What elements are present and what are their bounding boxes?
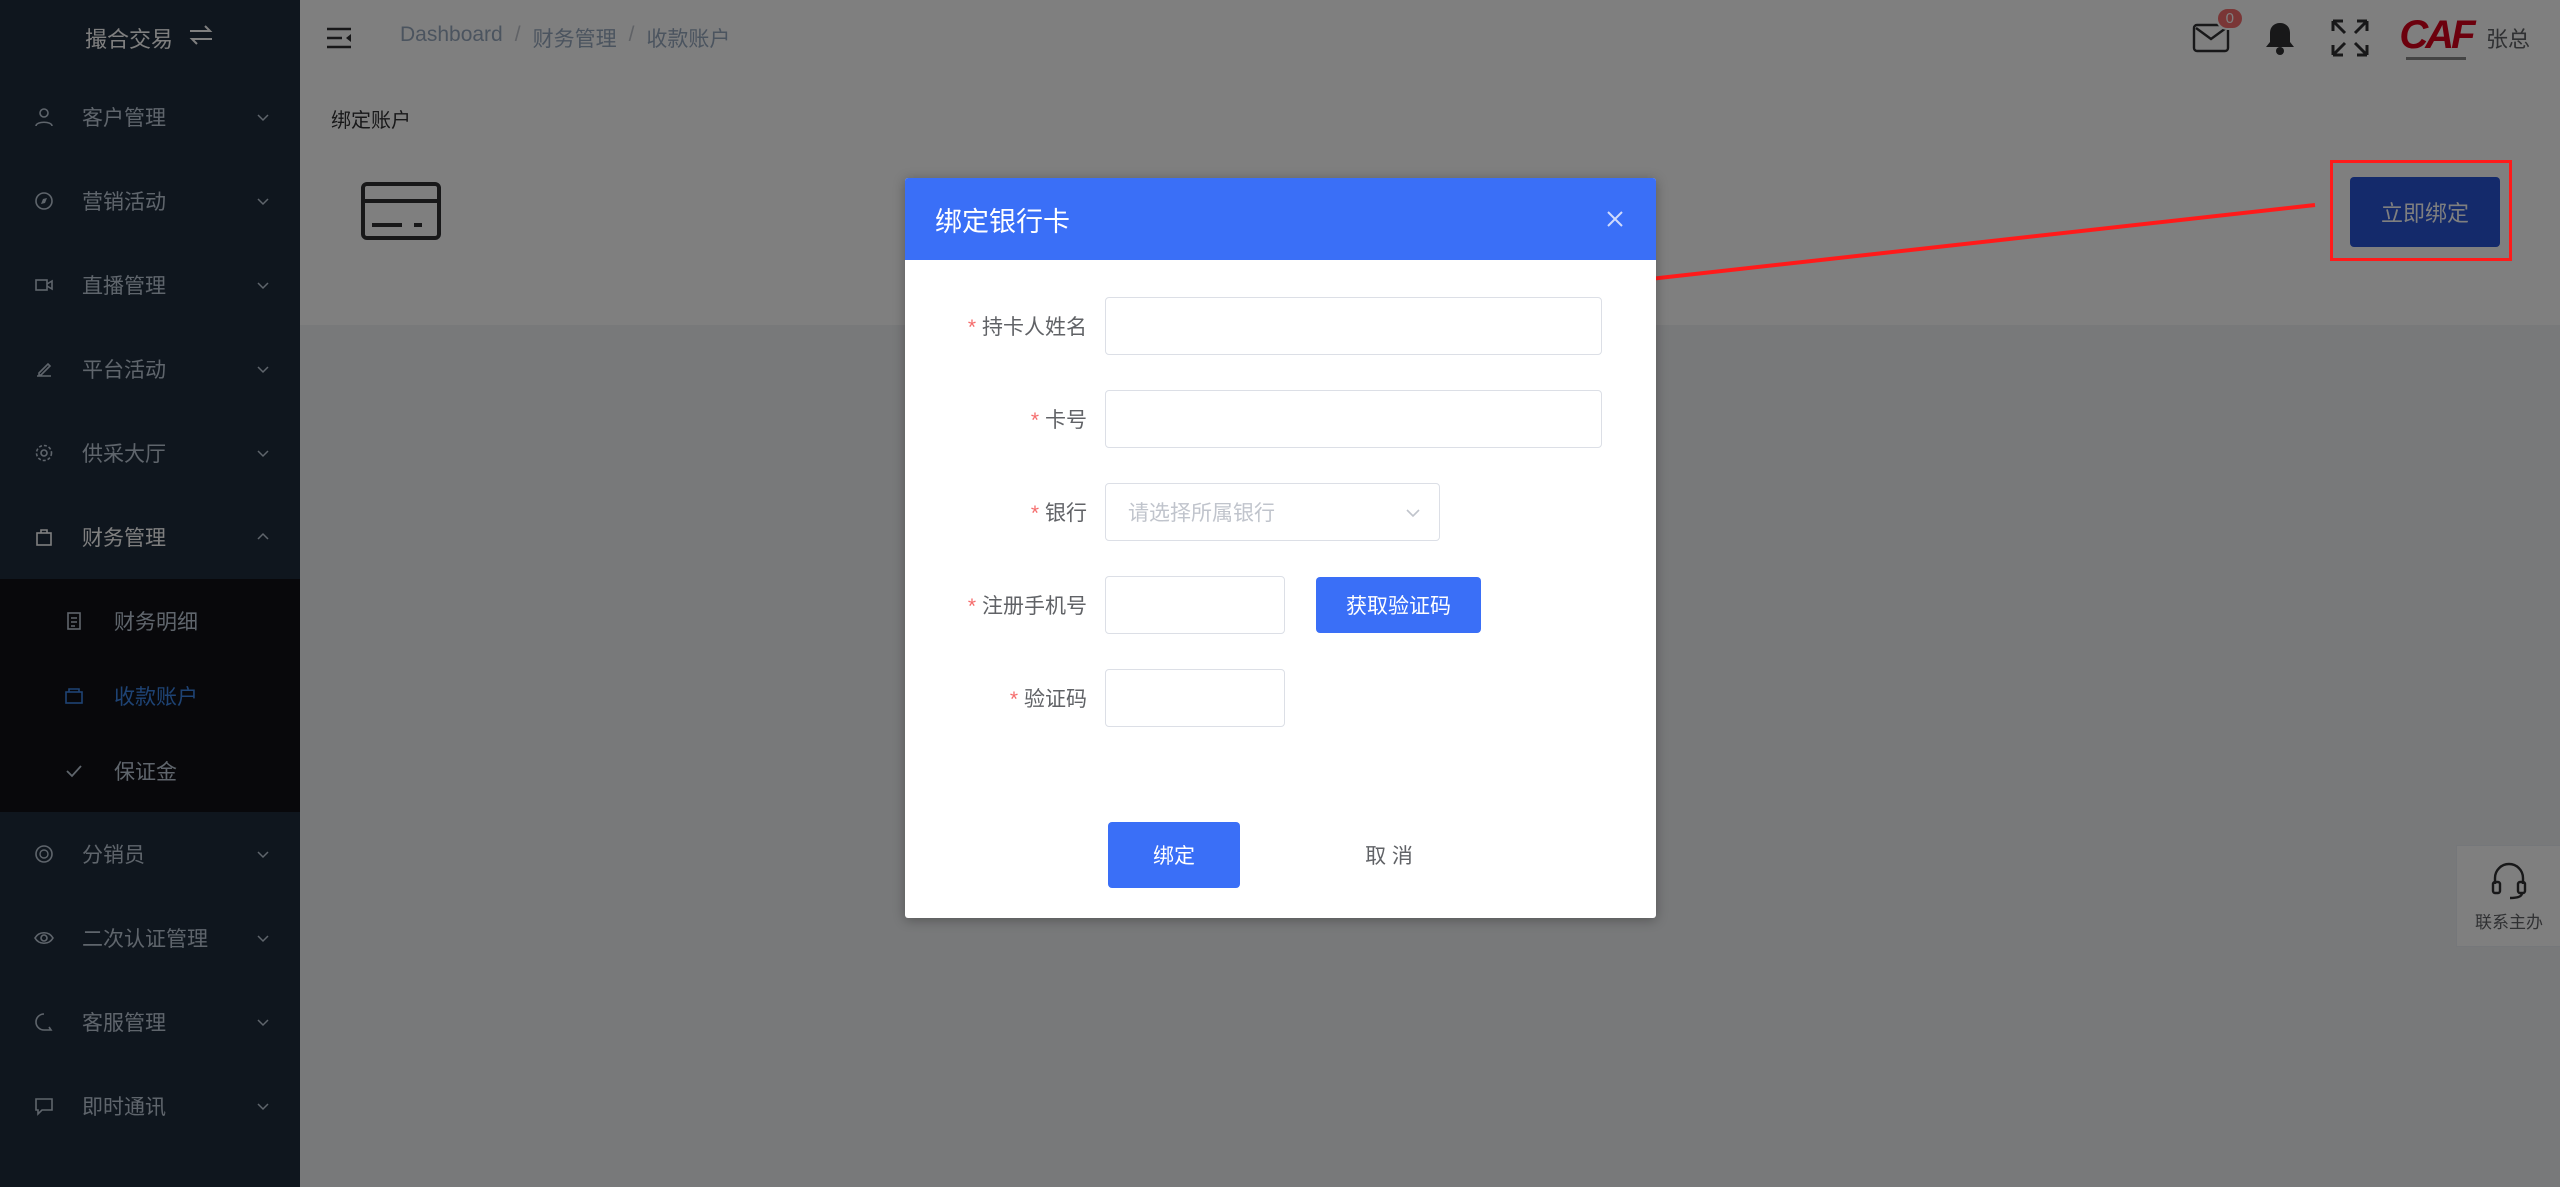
cancel-button[interactable]: 取 消 xyxy=(1319,822,1459,888)
close-icon[interactable] xyxy=(1606,210,1624,228)
get-code-button[interactable]: 获取验证码 xyxy=(1316,577,1481,633)
chevron-down-icon xyxy=(1406,509,1420,518)
card-number-input[interactable] xyxy=(1105,390,1602,448)
annotation-arrow xyxy=(1606,203,2316,288)
form-row-holder: * 持卡人姓名 xyxy=(905,295,1602,357)
form-row-phone: * 注册手机号 获取验证码 xyxy=(905,574,1481,636)
bank-select-placeholder: 请选择所属银行 xyxy=(1128,502,1275,525)
bank-select[interactable]: 请选择所属银行 xyxy=(1105,483,1440,541)
phone-label: * 注册手机号 xyxy=(967,595,1087,618)
verification-code-input[interactable] xyxy=(1105,669,1285,727)
dialog-header: 绑定银行卡 xyxy=(905,178,1656,260)
bind-bank-card-dialog: 绑定银行卡 * 持卡人姓名 * 卡号 * 银行 请选择所属银行 * 注册手机号 获取验证… xyxy=(905,178,1656,918)
form-row-bank: * 银行 请选择所属银行 xyxy=(905,481,1440,543)
form-row-card: * 卡号 xyxy=(905,388,1602,450)
confirm-bind-button[interactable]: 绑定 xyxy=(1108,822,1240,888)
dialog-title: 绑定银行卡 xyxy=(935,206,1070,237)
code-label: * 验证码 xyxy=(1009,688,1087,711)
holder-name-label: * 持卡人姓名 xyxy=(967,316,1087,339)
card-no-label: * 卡号 xyxy=(1030,409,1087,432)
phone-input[interactable] xyxy=(1105,576,1285,634)
form-row-code: * 验证码 xyxy=(905,667,1285,729)
annotation-highlight-box xyxy=(2330,160,2512,261)
bank-label: * 银行 xyxy=(1030,502,1087,525)
holder-name-input[interactable] xyxy=(1105,297,1602,355)
